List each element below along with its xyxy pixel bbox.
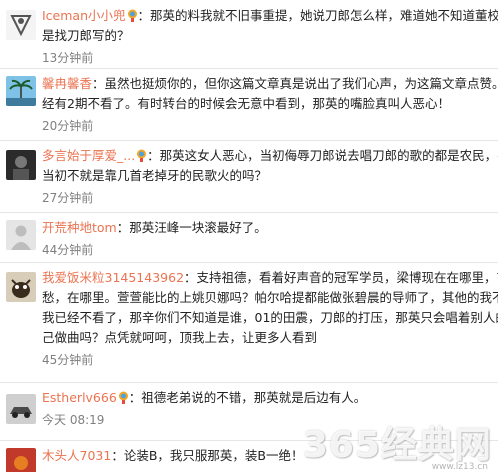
comment-username[interactable]: 木头人7031 <box>42 448 111 463</box>
comment-text-line: 己做曲吗？点凭就呵呵，顶我上去，让更多人看到 <box>42 330 318 345</box>
comment-text-line: 是找刀郎写的？ <box>42 28 130 43</box>
avatar[interactable] <box>6 76 36 106</box>
comment-time: 27分钟前 <box>42 191 94 205</box>
avatar[interactable] <box>6 394 36 424</box>
avatar[interactable] <box>6 10 36 40</box>
comment-text-line: ：论装B，我只服那英，装B一绝！ <box>111 448 304 463</box>
comment-list: Iceman小小兜 ：那英的料我就不旧事重提，她说刀郎怎么样，难道她不知道董校长的… <box>0 0 498 472</box>
comment-time: 13分钟前 <box>42 51 94 65</box>
avatar-default-icon <box>6 220 36 250</box>
avatar[interactable] <box>6 448 36 472</box>
comment-text-line: 我已经不看了，那辛你们不知道是谁，01的田震，刀郎的打压，那英只会唱着别人的歌 <box>42 310 498 325</box>
comment-text-line: ：那英这女人恶心，当初侮辱刀郎说去唱刀郎的歌的都是农民，农民 <box>147 148 498 163</box>
comment-item: Iceman小小兜 ：那英的料我就不旧事重提，她说刀郎怎么样，难道她不知道董校长的… <box>0 0 498 69</box>
comment-item: 馨冉馨香：虽然也挺烦你的，但你这篇文章真是说出了我们心声，为这篇文章点赞。因为 … <box>0 68 498 141</box>
avatar-dark-icon <box>6 150 36 180</box>
comment-text-line: 当初不就是靠几首老掉牙的民歌火的吗？ <box>42 168 268 183</box>
avatar-car-icon <box>6 394 36 424</box>
comment-time: 45分钟前 <box>42 353 94 367</box>
avatar-palm-icon <box>6 76 36 106</box>
avatar[interactable] <box>6 272 36 302</box>
site-watermark-url: www.lz13.cn <box>431 462 488 472</box>
comment-time: 44分钟前 <box>42 243 94 257</box>
comment-text-line: ：支持祖德，看着好声音的冠军学员，梁博现在在哪里，吉克隽逸 <box>184 270 498 285</box>
comment-text-line: ：那英的料我就不旧事重提，她说刀郎怎么样，难道她不知道董校长的一首歌就 <box>137 8 498 23</box>
comment-username[interactable]: 开荒种地tom <box>42 220 117 235</box>
comment-username[interactable]: Estherlv666 <box>42 390 117 405</box>
comment-item: 多言始于厚爱_... ：那英这女人恶心，当初侮辱刀郎说去唱刀郎的歌的都是农民，农民… <box>0 140 498 213</box>
site-watermark: 365经典网 <box>302 425 492 466</box>
vip-badge-icon <box>118 390 129 404</box>
comment-text-line: ：祖德老弟说的不错，那英就是后边有人。 <box>128 390 367 405</box>
comment-text-line: 经有2期不看了。有时转台的时候会无意中看到，那英的嘴脸真叫人恶心！ <box>42 96 450 111</box>
vip-badge-icon <box>127 8 138 22</box>
avatar-crest-icon <box>6 10 36 40</box>
comment-item: 开荒种地tom：那英汪峰一块滚最好了。 44分钟前 <box>0 212 498 263</box>
comment-text-line: ：虽然也挺烦你的，但你这篇文章真是说出了我们心声，为这篇文章点赞。因为 <box>92 76 498 91</box>
comment-username[interactable]: 馨冉馨香 <box>42 76 92 91</box>
comment-username[interactable]: 我爱饭米粒3145143962 <box>42 270 184 285</box>
comment-username[interactable]: Iceman小小兜 <box>42 8 126 23</box>
comment-time: 20分钟前 <box>42 119 94 133</box>
comment-text-line: ：那英汪峰一块滚最好了。 <box>116 220 267 235</box>
vip-badge-icon <box>136 148 147 162</box>
comment-username[interactable]: 多言始于厚爱_... <box>42 148 135 163</box>
comment-text-line: 愁，在哪里。萱萱能比的上姚贝娜吗？帕尔哈提都能做张碧晨的导师了，其他的我不想再 <box>42 290 498 305</box>
avatar[interactable] <box>6 220 36 250</box>
avatar[interactable] <box>6 150 36 180</box>
avatar-squirrel-icon <box>6 272 36 302</box>
avatar-red-icon <box>6 448 36 472</box>
comment-item: 我爱饭米粒3145143962：支持祖德，看着好声音的冠军学员，梁博现在在哪里，… <box>0 262 498 383</box>
